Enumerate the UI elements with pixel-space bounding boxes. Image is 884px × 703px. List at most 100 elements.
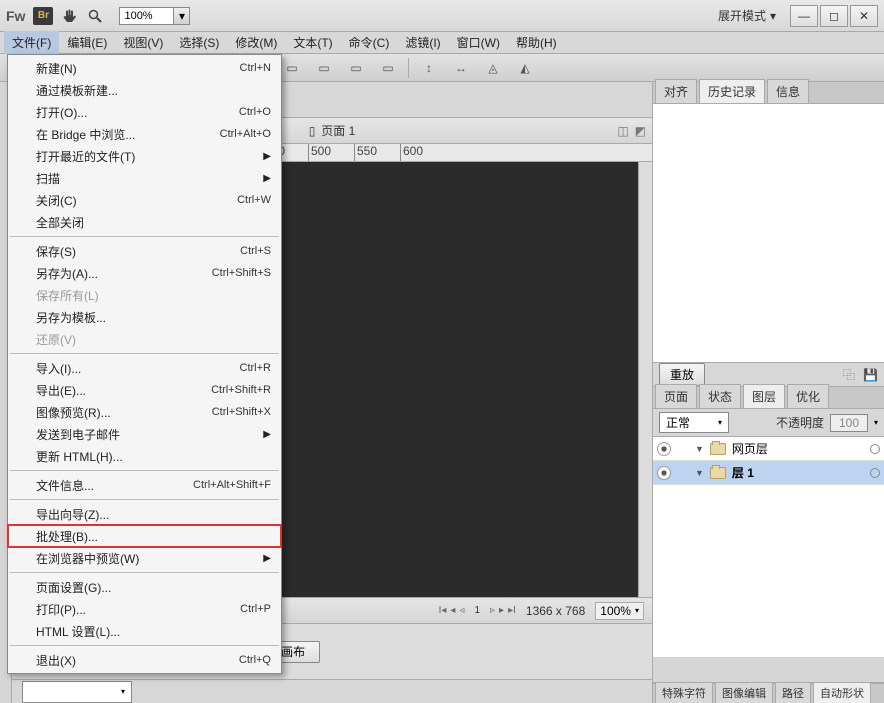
menu-dropdown-item[interactable]: HTML 设置(L)... bbox=[8, 620, 281, 642]
panel-tab[interactable]: 优化 bbox=[787, 384, 829, 408]
menu-dropdown-item[interactable]: 打开(O)...Ctrl+O bbox=[8, 101, 281, 123]
opacity-value[interactable]: 100 bbox=[830, 414, 868, 432]
copy-icon[interactable]: ⿻ bbox=[843, 366, 855, 383]
zoom-input[interactable] bbox=[119, 7, 174, 25]
menu-dropdown-item[interactable]: 在浏览器中预览(W)▶ bbox=[8, 547, 281, 569]
chevron-down-icon: ▾ bbox=[635, 606, 639, 615]
page-label: 页面 1 bbox=[321, 122, 355, 139]
menu-item[interactable]: 窗口(W) bbox=[449, 31, 508, 54]
toolbar-button[interactable]: ↕ bbox=[417, 57, 441, 79]
menu-item[interactable]: 视图(V) bbox=[115, 31, 171, 54]
menu-dropdown-item[interactable]: 保存(S)Ctrl+S bbox=[8, 240, 281, 262]
menu-item[interactable]: 修改(M) bbox=[227, 31, 285, 54]
replay-button[interactable]: 重放 bbox=[659, 363, 705, 386]
menu-item[interactable]: 文件(F) bbox=[4, 31, 59, 54]
panel-tab[interactable]: 信息 bbox=[767, 79, 809, 103]
menu-dropdown-item[interactable]: 在 Bridge 中浏览...Ctrl+Alt+O bbox=[8, 123, 281, 145]
layers-list: ▼网页层▼层 1 bbox=[653, 437, 884, 657]
nav-first-icon[interactable]: I◂ bbox=[439, 605, 447, 616]
panel-tab[interactable]: 页面 bbox=[655, 384, 697, 408]
pagebar-icon[interactable]: ◩ bbox=[635, 124, 646, 138]
page-navigator: I◂ ◂ ◃ 1 ▹ ▸ ▸I bbox=[439, 605, 516, 616]
chevron-down-icon[interactable]: ▾ bbox=[874, 418, 878, 427]
menu-dropdown-item[interactable]: 发送到电子邮件▶ bbox=[8, 423, 281, 445]
menu-dropdown-item: 还原(V) bbox=[8, 328, 281, 350]
menu-item[interactable]: 选择(S) bbox=[171, 31, 227, 54]
menu-dropdown-item[interactable]: 新建(N)Ctrl+N bbox=[8, 57, 281, 79]
menu-dropdown-item[interactable]: 打开最近的文件(T)▶ bbox=[8, 145, 281, 167]
file-menu-dropdown: 新建(N)Ctrl+N通过模板新建...打开(O)...Ctrl+O在 Brid… bbox=[7, 54, 282, 674]
zoom-dropdown-button[interactable]: ▾ bbox=[174, 7, 190, 25]
menu-dropdown-item[interactable]: 另存为模板... bbox=[8, 306, 281, 328]
menu-dropdown-item[interactable]: 导入(I)...Ctrl+R bbox=[8, 357, 281, 379]
menu-dropdown-item[interactable]: 页面设置(G)... bbox=[8, 576, 281, 598]
bottom-tab[interactable]: 自动形状 bbox=[813, 682, 871, 703]
nav-prev2-icon[interactable]: ◃ bbox=[459, 605, 464, 616]
expand-icon[interactable]: ▼ bbox=[695, 444, 704, 454]
menu-dropdown-item[interactable]: 扫描▶ bbox=[8, 167, 281, 189]
panel-tab[interactable]: 对齐 bbox=[655, 79, 697, 103]
visibility-icon[interactable] bbox=[657, 466, 671, 480]
panel-tab[interactable]: 历史记录 bbox=[699, 79, 765, 103]
menu-dropdown-item[interactable]: 全部关闭 bbox=[8, 211, 281, 233]
menu-item[interactable]: 命令(C) bbox=[341, 31, 398, 54]
layers-header: 正常▾ 不透明度 100 ▾ bbox=[653, 409, 884, 437]
right-panels: 对齐历史记录信息 重放 ⿻ 💾 页面状态图层优化 正常▾ 不透明度 100 ▾ … bbox=[652, 82, 884, 703]
menu-dropdown-item[interactable]: 通过模板新建... bbox=[8, 79, 281, 101]
bottom-tab[interactable]: 特殊字符 bbox=[655, 682, 713, 703]
vertical-scrollbar[interactable] bbox=[638, 162, 652, 597]
menu-dropdown-item[interactable]: 退出(X)Ctrl+Q bbox=[8, 649, 281, 671]
close-button[interactable]: ✕ bbox=[850, 5, 878, 27]
toolbar-button[interactable]: ◭ bbox=[513, 57, 537, 79]
menu-dropdown-item[interactable]: 批处理(B)... bbox=[8, 525, 281, 547]
minimize-button[interactable]: — bbox=[790, 5, 818, 27]
nav-next-icon[interactable]: ▸ bbox=[499, 605, 504, 616]
menu-item[interactable]: 编辑(E) bbox=[59, 31, 115, 54]
menu-dropdown-item[interactable]: 导出向导(Z)... bbox=[8, 503, 281, 525]
menu-item[interactable]: 滤镜(I) bbox=[397, 31, 448, 54]
menu-dropdown-item[interactable]: 关闭(C)Ctrl+W bbox=[8, 189, 281, 211]
toolbar-button[interactable]: ▭ bbox=[376, 57, 400, 79]
layer-name: 层 1 bbox=[732, 464, 754, 481]
layer-lock-icon[interactable] bbox=[870, 444, 880, 454]
menu-dropdown-item[interactable]: 图像预览(R)...Ctrl+Shift+X bbox=[8, 401, 281, 423]
menu-dropdown-item[interactable]: 文件信息...Ctrl+Alt+Shift+F bbox=[8, 474, 281, 496]
menu-dropdown-item[interactable]: 导出(E)...Ctrl+Shift+R bbox=[8, 379, 281, 401]
history-panel-tabs: 对齐历史记录信息 bbox=[653, 82, 884, 104]
expand-icon[interactable]: ▼ bbox=[695, 468, 704, 478]
toolbar-button[interactable]: ↔ bbox=[449, 57, 473, 79]
bottom-tab[interactable]: 图像编辑 bbox=[715, 682, 773, 703]
bottom-tab[interactable]: 路径 bbox=[775, 682, 811, 703]
toolbar-button[interactable]: ▭ bbox=[280, 57, 304, 79]
layer-lock-icon[interactable] bbox=[870, 468, 880, 478]
zoom-tool-icon[interactable] bbox=[87, 8, 105, 24]
nav-next2-icon[interactable]: ▹ bbox=[490, 605, 495, 616]
property-select[interactable]: ▾ bbox=[22, 681, 132, 703]
layer-row[interactable]: ▼ 层 1 bbox=[653, 461, 884, 485]
expand-mode-button[interactable]: 展开模式 ▾ bbox=[718, 7, 776, 24]
panel-tab[interactable]: 状态 bbox=[699, 384, 741, 408]
save-icon[interactable]: 💾 bbox=[863, 368, 878, 382]
maximize-button[interactable]: ◻ bbox=[820, 5, 848, 27]
menu-item[interactable]: 文本(T) bbox=[285, 31, 340, 54]
zoom-status[interactable]: 100% ▾ bbox=[595, 602, 644, 620]
nav-prev-icon[interactable]: ◂ bbox=[450, 605, 455, 616]
toolbar-button[interactable]: ▭ bbox=[344, 57, 368, 79]
nav-last-icon[interactable]: ▸I bbox=[508, 605, 516, 616]
toolbar-button[interactable]: ▭ bbox=[312, 57, 336, 79]
menu-item[interactable]: 帮助(H) bbox=[508, 31, 565, 54]
toolbar-button[interactable]: ◬ bbox=[481, 57, 505, 79]
bridge-badge[interactable]: Br bbox=[33, 7, 53, 25]
panel-tab[interactable]: 图层 bbox=[743, 384, 785, 408]
menu-dropdown-item[interactable]: 另存为(A)...Ctrl+Shift+S bbox=[8, 262, 281, 284]
blend-mode-select[interactable]: 正常▾ bbox=[659, 412, 729, 433]
menu-dropdown-item[interactable]: 打印(P)...Ctrl+P bbox=[8, 598, 281, 620]
zoom-level-box: ▾ bbox=[119, 7, 190, 25]
layer-row[interactable]: ▼网页层 bbox=[653, 437, 884, 461]
hand-tool-icon[interactable] bbox=[61, 8, 79, 24]
menu-dropdown-item[interactable]: 更新 HTML(H)... bbox=[8, 445, 281, 467]
pagebar-icon[interactable]: ◫ bbox=[617, 124, 628, 138]
folder-icon bbox=[710, 443, 726, 455]
visibility-icon[interactable] bbox=[657, 442, 671, 456]
page-number: 1 bbox=[468, 605, 486, 616]
